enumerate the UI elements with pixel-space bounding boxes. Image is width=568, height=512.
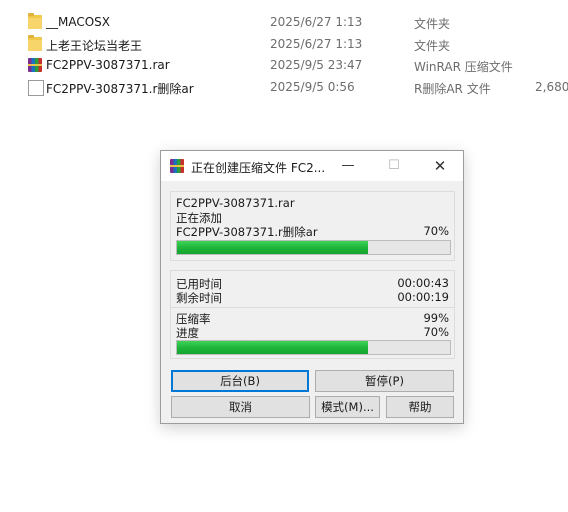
ratio-value: 99% — [423, 311, 449, 325]
folder-icon — [28, 35, 42, 51]
file-date: 2025/9/5 0:56 — [270, 80, 355, 94]
file-row[interactable]: 上老王论坛当老王 2025/6/27 1:13 文件夹 — [0, 34, 568, 56]
divider — [171, 307, 454, 308]
file-size: 2,680 — [535, 80, 568, 94]
mode-button[interactable]: 模式(M)... — [315, 396, 380, 418]
file-date: 2025/6/27 1:13 — [270, 15, 363, 29]
rar-archive-icon — [28, 58, 42, 72]
dialog-title: 正在创建压缩文件 FC2... — [191, 161, 326, 175]
total-progress-bar — [176, 340, 451, 355]
file-row[interactable]: FC2PPV-3087371.rar 2025/9/5 23:47 WinRAR… — [0, 55, 568, 77]
file-percent: 70% — [423, 224, 449, 238]
folder-icon — [28, 13, 42, 29]
file-date: 2025/9/5 23:47 — [270, 58, 363, 72]
current-file-name: FC2PPV-3087371.r删除ar — [176, 225, 318, 239]
file-type: WinRAR 压缩文件 — [414, 60, 513, 74]
cancel-button[interactable]: 取消 — [171, 396, 310, 418]
maximize-button[interactable]: ☐ — [371, 151, 417, 181]
file-row[interactable]: __MACOSX 2025/6/27 1:13 文件夹 — [0, 12, 568, 34]
archive-name: FC2PPV-3087371.rar — [176, 196, 295, 210]
file-name: 上老王论坛当老王 — [46, 39, 143, 53]
elapsed-value: 00:00:43 — [397, 276, 449, 290]
pause-button[interactable]: 暂停(P) — [315, 370, 454, 392]
close-button[interactable]: ✕ — [417, 151, 463, 181]
file-type: 文件夹 — [414, 17, 451, 31]
minimize-button[interactable]: — — [325, 151, 371, 181]
total-progress-fill — [177, 341, 369, 354]
background-button[interactable]: 后台(B) — [171, 370, 309, 392]
progress-label: 进度 — [176, 326, 199, 340]
stats-group: 已用时间 00:00:43 剩余时间 00:00:19 压缩率 99% 进度 7… — [170, 270, 455, 359]
help-button[interactable]: 帮助 — [386, 396, 454, 418]
winrar-progress-dialog: 正在创建压缩文件 FC2... — ☐ ✕ FC2PPV-3087371.rar… — [160, 150, 464, 424]
file-progress-bar — [176, 240, 451, 255]
remaining-value: 00:00:19 — [397, 290, 449, 304]
current-file-group: FC2PPV-3087371.rar 正在添加 FC2PPV-3087371.r… — [170, 191, 455, 261]
title-bar[interactable]: 正在创建压缩文件 FC2... — ☐ ✕ — [161, 151, 463, 181]
file-name: FC2PPV-3087371.r删除ar — [46, 82, 194, 96]
winrar-icon — [170, 159, 184, 173]
file-row[interactable]: FC2PPV-3087371.r删除ar 2025/9/5 0:56 R删除AR… — [0, 77, 568, 99]
document-icon — [28, 80, 44, 96]
remaining-label: 剩余时间 — [176, 291, 222, 305]
file-type: R删除AR 文件 — [414, 82, 491, 96]
file-name: __MACOSX — [46, 15, 111, 29]
file-date: 2025/6/27 1:13 — [270, 37, 363, 51]
file-type: 文件夹 — [414, 39, 451, 53]
file-name: FC2PPV-3087371.rar — [46, 58, 170, 72]
file-progress-fill — [177, 241, 369, 254]
progress-value: 70% — [423, 325, 449, 339]
